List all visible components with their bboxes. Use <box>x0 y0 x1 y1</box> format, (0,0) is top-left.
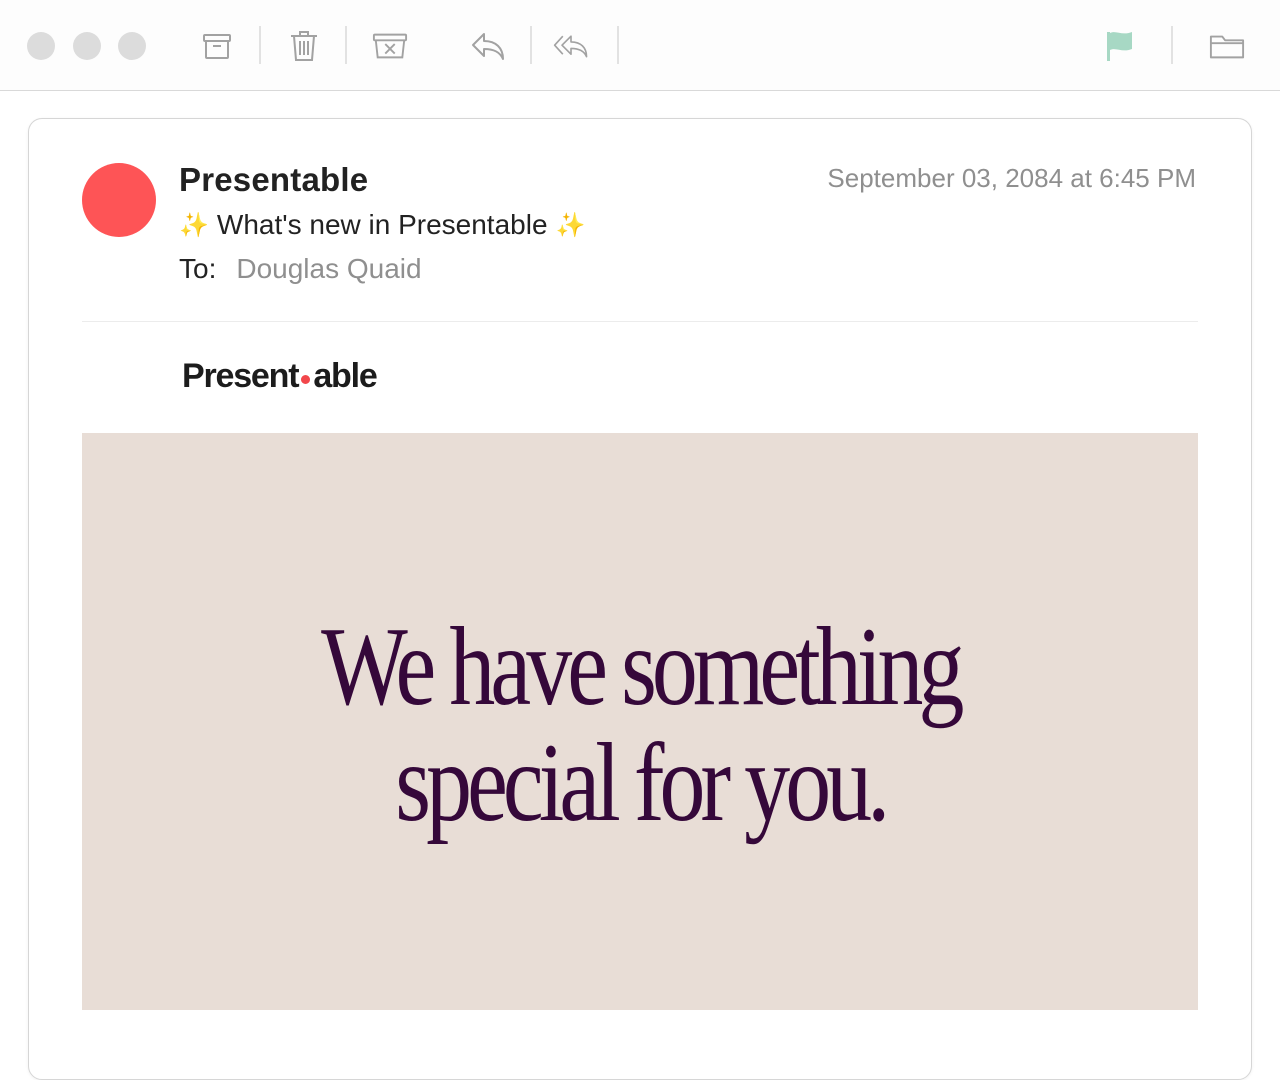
window-minimize-button[interactable] <box>73 32 101 60</box>
sparkle-icon: ✨ <box>179 211 209 239</box>
to-label: To: <box>179 253 217 284</box>
logo-text-right: able <box>313 357 377 395</box>
header-divider <box>82 321 1198 322</box>
window-zoom-button[interactable] <box>118 32 146 60</box>
hero-banner: We have something special for you. <box>82 433 1198 1010</box>
reply-all-icon <box>553 35 588 58</box>
flag-button[interactable] <box>1101 26 1137 66</box>
logo-text-left: Present <box>182 357 300 395</box>
hero-headline-line-2: special for you. <box>394 720 890 845</box>
hero-headline-line-1: We have something <box>320 604 964 729</box>
avatar <box>82 163 156 237</box>
sparkle-icon: ✨ <box>555 211 586 239</box>
move-to-folder-button[interactable] <box>1209 26 1245 66</box>
brand-logo: Present able <box>182 357 378 396</box>
trash-icon <box>291 31 317 61</box>
toolbar <box>0 0 1280 91</box>
junk-button[interactable] <box>372 26 408 66</box>
message-card: Presentable September 03, 2084 at 6:45 P… <box>28 118 1252 1080</box>
archive-icon <box>203 34 231 59</box>
archive-button[interactable] <box>199 26 235 66</box>
toolbar-separator <box>530 26 532 64</box>
recipient-name[interactable]: Douglas Quaid <box>236 253 421 285</box>
sender-name: Presentable <box>179 161 369 198</box>
flag-icon <box>1107 32 1132 61</box>
reply-all-button[interactable] <box>553 26 589 66</box>
subject-line: ✨ What's new in Presentable ✨ <box>179 209 585 241</box>
message-date: September 03, 2084 at 6:45 PM <box>827 163 1196 193</box>
recipient-row: To: Douglas Quaid <box>179 253 422 285</box>
reply-button[interactable] <box>470 26 506 66</box>
window-close-button[interactable] <box>27 32 55 60</box>
reply-icon <box>472 33 504 60</box>
toolbar-separator <box>1171 26 1173 64</box>
subject-text: What's new in Presentable <box>216 209 548 240</box>
toolbar-separator <box>259 26 261 64</box>
logo-dot <box>301 375 311 384</box>
hero-headline: We have something special for you. <box>320 604 964 845</box>
toolbar-separator <box>345 26 347 64</box>
folder-icon <box>1209 35 1245 59</box>
trash-button[interactable] <box>286 26 322 66</box>
toolbar-separator <box>617 26 619 64</box>
junk-icon <box>372 33 408 59</box>
